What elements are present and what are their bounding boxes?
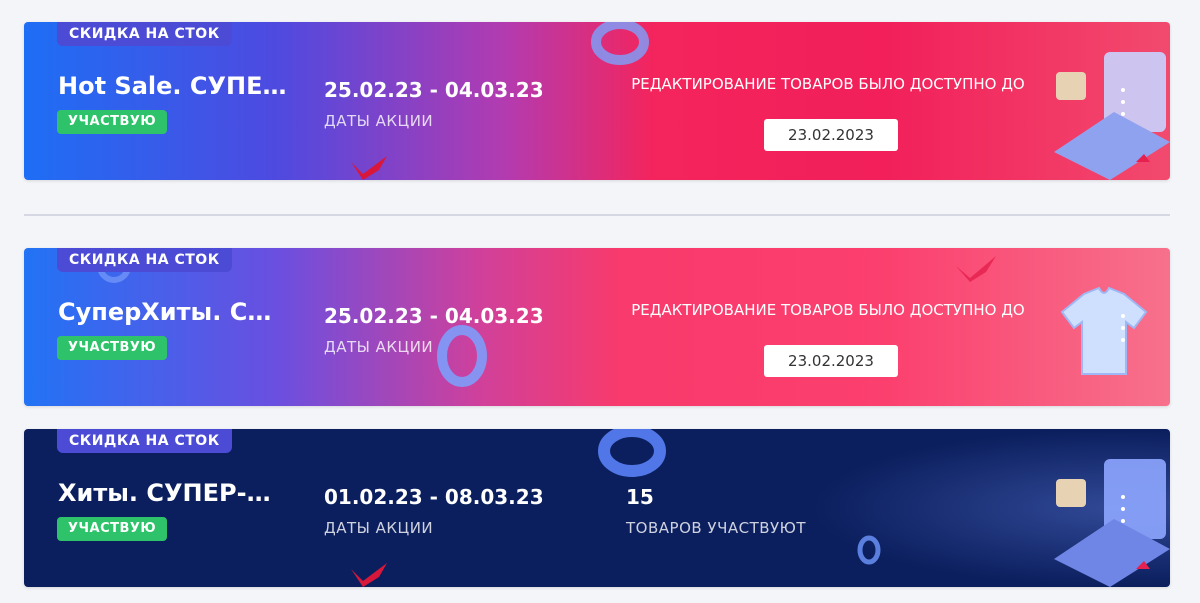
promo-dates-label: ДАТЫ АКЦИИ — [324, 519, 434, 537]
ribbon-decoration — [351, 563, 387, 587]
products-count: 15 — [626, 485, 654, 509]
promo-title[interactable]: Хиты. СУПЕР-П... — [58, 479, 288, 507]
promo-title[interactable]: СуперХиты. СУ... — [58, 298, 288, 326]
ring-decoration — [591, 22, 649, 65]
tshirt-illustration — [1060, 286, 1148, 375]
promo-type-tag: СКИДКА НА СТОК — [57, 248, 232, 272]
edit-deadline-text: РЕДАКТИРОВАНИЕ ТОВАРОВ БЫЛО ДОСТУПНО ДО — [631, 301, 1025, 319]
more-vertical-icon[interactable] — [1116, 495, 1130, 523]
more-vertical-icon[interactable] — [1116, 314, 1130, 342]
promo-dates: 25.02.23 - 04.03.23 — [324, 78, 544, 102]
laptop-illustration — [1054, 52, 1170, 180]
ribbon-decoration — [351, 156, 387, 180]
promo-dates-label: ДАТЫ АКЦИИ — [324, 112, 434, 130]
ring-decoration — [437, 325, 487, 387]
promo-dates-label: ДАТЫ АКЦИИ — [324, 338, 434, 356]
promo-type-tag: СКИДКА НА СТОК — [57, 429, 232, 453]
promo-banner-superhits[interactable]: СКИДКА НА СТОК СуперХиты. СУ... УЧАСТВУЮ… — [24, 248, 1170, 406]
edit-deadline-text: РЕДАКТИРОВАНИЕ ТОВАРОВ БЫЛО ДОСТУПНО ДО — [631, 75, 1025, 93]
promo-type-tag: СКИДКА НА СТОК — [57, 22, 232, 46]
divider — [24, 214, 1170, 216]
products-count-label: ТОВАРОВ УЧАСТВУЮТ — [626, 519, 807, 537]
laptop-illustration — [1054, 459, 1170, 587]
participation-status-badge: УЧАСТВУЮ — [57, 517, 168, 541]
participation-status-badge: УЧАСТВУЮ — [57, 110, 168, 134]
promo-banner-hits[interactable]: СКИДКА НА СТОК Хиты. СУПЕР-П... УЧАСТВУЮ… — [24, 429, 1170, 587]
participation-status-badge: УЧАСТВУЮ — [57, 336, 168, 360]
edit-deadline-date: 23.02.2023 — [764, 119, 898, 151]
ring-decoration — [857, 535, 881, 565]
promo-dates: 25.02.23 - 04.03.23 — [324, 304, 544, 328]
promo-dates: 01.02.23 - 08.03.23 — [324, 485, 544, 509]
more-vertical-icon[interactable] — [1116, 88, 1130, 116]
promo-banner-hot-sale[interactable]: СКИДКА НА СТОК Hot Sale. СУПЕ... УЧАСТВУ… — [24, 22, 1170, 180]
promo-title[interactable]: Hot Sale. СУПЕ... — [58, 72, 288, 100]
ring-decoration — [598, 429, 666, 477]
edit-deadline-date: 23.02.2023 — [764, 345, 898, 377]
ribbon-decoration — [956, 256, 996, 282]
